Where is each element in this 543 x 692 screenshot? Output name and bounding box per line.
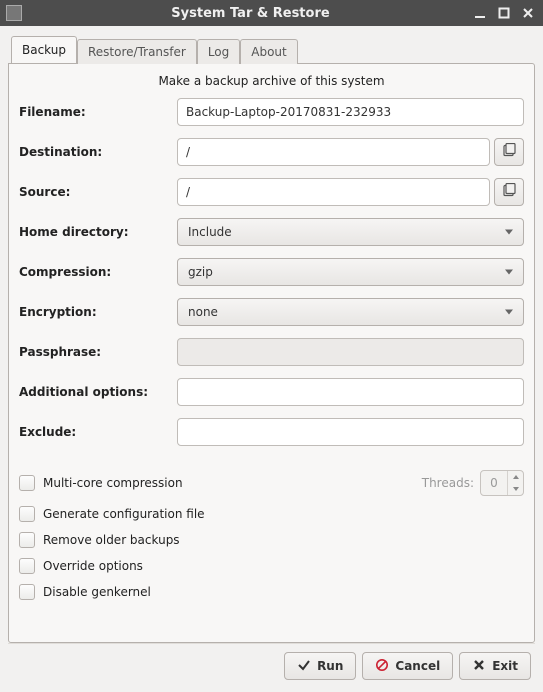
- multicore-checkbox[interactable]: [19, 475, 35, 491]
- tab-restore-transfer[interactable]: Restore/Transfer: [77, 39, 197, 64]
- passphrase-input: [177, 338, 524, 366]
- encryption-value: none: [188, 305, 218, 319]
- minimize-button[interactable]: [471, 4, 489, 22]
- tab-about[interactable]: About: [240, 39, 297, 64]
- home-directory-value: Include: [188, 225, 232, 239]
- home-directory-select[interactable]: Include: [177, 218, 524, 246]
- multicore-label[interactable]: Multi-core compression: [43, 476, 183, 490]
- exit-button-label: Exit: [492, 659, 518, 673]
- disable-genkernel-label[interactable]: Disable genkernel: [43, 585, 151, 599]
- source-label: Source:: [19, 185, 177, 199]
- threads-label: Threads:: [422, 476, 474, 490]
- source-input[interactable]: [177, 178, 490, 206]
- override-checkbox[interactable]: [19, 558, 35, 574]
- additional-options-input[interactable]: [177, 378, 524, 406]
- override-label[interactable]: Override options: [43, 559, 143, 573]
- close-icon: [472, 658, 486, 675]
- folder-icon: [501, 183, 517, 202]
- destination-input[interactable]: [177, 138, 490, 166]
- window-controls: [471, 4, 537, 22]
- compression-label: Compression:: [19, 265, 177, 279]
- run-button[interactable]: Run: [284, 652, 356, 680]
- close-button[interactable]: [519, 4, 537, 22]
- exclude-label: Exclude:: [19, 425, 177, 439]
- action-bar: Run Cancel Exit: [8, 643, 535, 684]
- exclude-input[interactable]: [177, 418, 524, 446]
- backup-panel: Make a backup archive of this system Fil…: [8, 63, 535, 643]
- cancel-button[interactable]: Cancel: [362, 652, 453, 680]
- prohibit-icon: [375, 658, 389, 675]
- titlebar[interactable]: System Tar & Restore: [0, 0, 543, 26]
- panel-heading: Make a backup archive of this system: [19, 74, 524, 88]
- tab-backup[interactable]: Backup: [11, 36, 77, 63]
- window-title: System Tar & Restore: [30, 6, 471, 21]
- app-window: System Tar & Restore Backup Restore/Tran…: [0, 0, 543, 692]
- source-browse-button[interactable]: [494, 178, 524, 206]
- cancel-button-label: Cancel: [395, 659, 440, 673]
- exit-button[interactable]: Exit: [459, 652, 531, 680]
- run-button-label: Run: [317, 659, 343, 673]
- app-icon: [6, 5, 22, 21]
- genconf-checkbox[interactable]: [19, 506, 35, 522]
- filename-input[interactable]: [177, 98, 524, 126]
- maximize-button[interactable]: [495, 4, 513, 22]
- folder-icon: [501, 143, 517, 162]
- additional-options-label: Additional options:: [19, 385, 177, 399]
- tab-bar: Backup Restore/Transfer Log About: [8, 36, 535, 63]
- tab-log[interactable]: Log: [197, 39, 240, 64]
- threads-up[interactable]: [508, 471, 523, 483]
- threads-spinner: 0: [480, 470, 524, 496]
- encryption-label: Encryption:: [19, 305, 177, 319]
- home-directory-label: Home directory:: [19, 225, 177, 239]
- threads-value: 0: [481, 471, 507, 495]
- threads-down[interactable]: [508, 483, 523, 495]
- filename-label: Filename:: [19, 105, 177, 119]
- passphrase-label: Passphrase:: [19, 345, 177, 359]
- client-area: Backup Restore/Transfer Log About Make a…: [0, 26, 543, 692]
- genconf-label[interactable]: Generate configuration file: [43, 507, 205, 521]
- remove-older-checkbox[interactable]: [19, 532, 35, 548]
- remove-older-label[interactable]: Remove older backups: [43, 533, 180, 547]
- disable-genkernel-checkbox[interactable]: [19, 584, 35, 600]
- destination-browse-button[interactable]: [494, 138, 524, 166]
- destination-label: Destination:: [19, 145, 177, 159]
- compression-value: gzip: [188, 265, 213, 279]
- encryption-select[interactable]: none: [177, 298, 524, 326]
- checkmark-icon: [297, 658, 311, 675]
- compression-select[interactable]: gzip: [177, 258, 524, 286]
